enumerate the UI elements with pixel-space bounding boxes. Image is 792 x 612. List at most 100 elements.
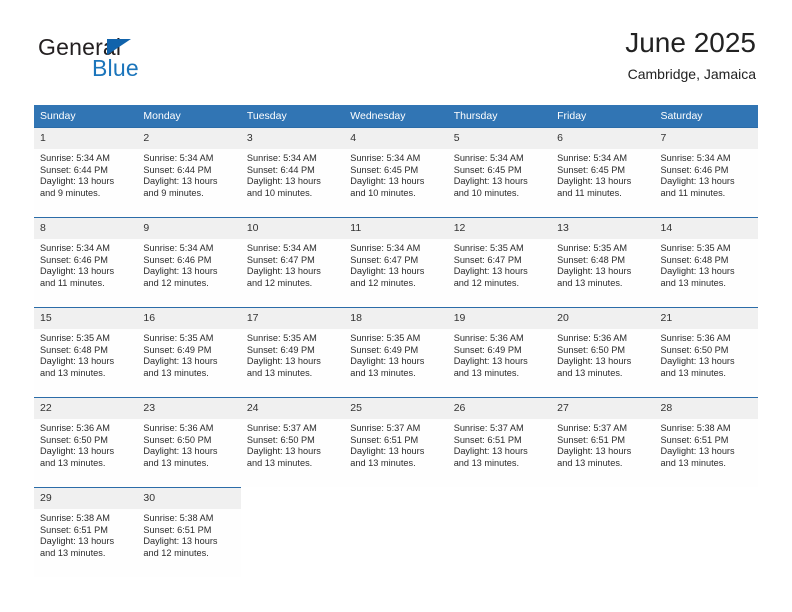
calendar-day-cell[interactable]: 21 Sunrise: 5:36 AM Sunset: 6:50 PM Dayligh… <box>654 307 758 397</box>
sunrise-text: Sunrise: 5:36 AM <box>453 333 524 343</box>
calendar-day-cell[interactable]: 14 Sunrise: 5:35 AM Sunset: 6:48 PM Dayligh… <box>654 217 758 307</box>
sunrise-text: Sunrise: 5:37 AM <box>557 423 628 433</box>
calendar-day-cell[interactable]: 16 Sunrise: 5:35 AM Sunset: 6:49 PM Dayligh… <box>137 307 241 397</box>
calendar-day-cell[interactable]: 25 Sunrise: 5:37 AM Sunset: 6:51 PM Dayligh… <box>344 397 448 487</box>
sunset-text: Sunset: 6:51 PM <box>557 434 626 445</box>
daylight-text-line1: Daylight: 13 hours <box>453 266 528 277</box>
calendar-cell: 9 Sunrise: 5:34 AM Sunset: 6:46 PM Daylight… <box>137 217 241 307</box>
calendar-day-cell[interactable]: 3 Sunrise: 5:34 AM Sunset: 6:44 PM Daylight… <box>240 127 345 217</box>
calendar-day-cell[interactable]: 7 Sunrise: 5:34 AM Sunset: 6:46 PM Daylight… <box>654 127 758 217</box>
day-details: Sunrise: 5:37 AM Sunset: 6:50 PM Daylight:… <box>241 419 344 469</box>
calendar-cell: 15 Sunrise: 5:35 AM Sunset: 6:48 PM Dayligh… <box>34 307 138 397</box>
day-number: 16 <box>137 308 241 329</box>
day-number: 29 <box>34 488 138 509</box>
daylight-text-line2: and 10 minutes. <box>453 187 520 198</box>
calendar-cell: 16 Sunrise: 5:35 AM Sunset: 6:49 PM Dayligh… <box>137 307 241 397</box>
daylight-text-line2: and 12 minutes. <box>143 277 209 288</box>
calendar-day-cell[interactable]: 6 Sunrise: 5:34 AM Sunset: 6:45 PM Daylight… <box>551 127 655 217</box>
day-number: 30 <box>137 488 241 509</box>
calendar-day-cell[interactable]: 19 Sunrise: 5:36 AM Sunset: 6:49 PM Dayligh… <box>447 307 552 397</box>
calendar-cell: 30 Sunrise: 5:38 AM Sunset: 6:51 PM Dayligh… <box>137 487 241 577</box>
calendar-cell: 21 Sunrise: 5:36 AM Sunset: 6:50 PM Dayligh… <box>654 307 758 397</box>
calendar-day-cell[interactable]: 13 Sunrise: 5:35 AM Sunset: 6:48 PM Dayligh… <box>551 217 655 307</box>
sunset-text: Sunset: 6:44 PM <box>246 164 315 175</box>
sunset-text: Sunset: 6:49 PM <box>143 344 212 355</box>
daylight-text-line1: Daylight: 13 hours <box>143 266 218 277</box>
sunset-text: Sunset: 6:46 PM <box>143 254 212 265</box>
sunset-text: Sunset: 6:46 PM <box>660 164 729 175</box>
page-title: June 2025 <box>625 27 756 58</box>
sunset-text: Sunset: 6:45 PM <box>350 164 419 175</box>
sunrise-text: Sunrise: 5:34 AM <box>143 153 214 163</box>
daylight-text-line1: Daylight: 13 hours <box>143 356 218 367</box>
daylight-text-line1: Daylight: 13 hours <box>557 356 632 367</box>
calendar-day-cell[interactable]: 11 Sunrise: 5:34 AM Sunset: 6:47 PM Dayligh… <box>344 217 448 307</box>
calendar-day-cell[interactable]: 30 Sunrise: 5:38 AM Sunset: 6:51 PM Dayligh… <box>137 487 241 577</box>
calendar-day-cell[interactable]: 18 Sunrise: 5:35 AM Sunset: 6:49 PM Dayligh… <box>344 307 448 397</box>
calendar-day-cell[interactable]: 29 Sunrise: 5:38 AM Sunset: 6:51 PM Dayligh… <box>34 487 138 577</box>
daylight-text-line1: Daylight: 13 hours <box>350 446 425 457</box>
calendar-day-cell[interactable]: 12 Sunrise: 5:35 AM Sunset: 6:47 PM Dayligh… <box>447 217 552 307</box>
calendar-day-cell[interactable]: 10 Sunrise: 5:34 AM Sunset: 6:47 PM Dayligh… <box>240 217 345 307</box>
day-details: Sunrise: 5:35 AM Sunset: 6:49 PM Daylight:… <box>241 329 344 379</box>
daylight-text-line1: Daylight: 13 hours <box>40 356 115 367</box>
weekday-header-saturday: Saturday <box>654 105 758 127</box>
calendar-cell: 17 Sunrise: 5:35 AM Sunset: 6:49 PM Dayligh… <box>240 307 345 397</box>
calendar-page: General Blue June 2025 Cambridge, Jamaic… <box>0 0 792 612</box>
sunset-text: Sunset: 6:51 PM <box>40 524 108 535</box>
sunset-text: Sunset: 6:49 PM <box>453 344 522 355</box>
calendar-day-cell[interactable]: 4 Sunrise: 5:34 AM Sunset: 6:45 PM Daylight… <box>344 127 448 217</box>
day-details <box>344 508 447 512</box>
calendar-cell: 27 Sunrise: 5:37 AM Sunset: 6:51 PM Dayligh… <box>551 397 655 487</box>
calendar-day-cell[interactable]: 15 Sunrise: 5:35 AM Sunset: 6:48 PM Dayligh… <box>34 307 138 397</box>
calendar-cell: 18 Sunrise: 5:35 AM Sunset: 6:49 PM Dayligh… <box>344 307 448 397</box>
calendar-day-cell[interactable]: 27 Sunrise: 5:37 AM Sunset: 6:51 PM Dayligh… <box>551 397 655 487</box>
sunset-text: Sunset: 6:51 PM <box>453 434 522 445</box>
calendar-day-cell[interactable]: 5 Sunrise: 5:34 AM Sunset: 6:45 PM Daylight… <box>447 127 552 217</box>
calendar-day-cell[interactable]: 8 Sunrise: 5:34 AM Sunset: 6:46 PM Daylight… <box>34 217 138 307</box>
calendar-cell: 23 Sunrise: 5:36 AM Sunset: 6:50 PM Dayligh… <box>137 397 241 487</box>
calendar-day-cell-empty <box>654 487 758 577</box>
calendar-day-cell[interactable]: 9 Sunrise: 5:34 AM Sunset: 6:46 PM Daylight… <box>137 217 241 307</box>
day-number: 18 <box>344 308 448 329</box>
sunrise-text: Sunrise: 5:35 AM <box>557 243 628 253</box>
calendar-day-cell[interactable]: 1 Sunrise: 5:34 AM Sunset: 6:44 PM Daylight… <box>34 127 138 217</box>
calendar-day-cell[interactable]: 26 Sunrise: 5:37 AM Sunset: 6:51 PM Dayligh… <box>447 397 552 487</box>
calendar-day-cell-empty <box>551 487 655 577</box>
daylight-text-line2: and 13 minutes. <box>143 457 209 468</box>
day-details: Sunrise: 5:34 AM Sunset: 6:47 PM Daylight:… <box>241 239 344 289</box>
daylight-text-line1: Daylight: 13 hours <box>40 446 115 457</box>
calendar-day-cell[interactable]: 17 Sunrise: 5:35 AM Sunset: 6:49 PM Dayligh… <box>240 307 345 397</box>
daylight-text-line2: and 13 minutes. <box>143 367 209 378</box>
sunset-text: Sunset: 6:51 PM <box>143 524 212 535</box>
daylight-text-line2: and 13 minutes. <box>453 457 520 468</box>
calendar-cell <box>447 487 552 577</box>
day-details: Sunrise: 5:36 AM Sunset: 6:50 PM Daylight:… <box>137 419 240 469</box>
calendar-day-cell-empty <box>344 487 448 577</box>
sunrise-text: Sunrise: 5:35 AM <box>143 333 214 343</box>
day-details: Sunrise: 5:34 AM Sunset: 6:45 PM Daylight:… <box>344 149 447 199</box>
calendar-table: Sunday Monday Tuesday Wednesday Thursday… <box>34 105 758 577</box>
calendar-day-cell[interactable]: 28 Sunrise: 5:38 AM Sunset: 6:51 PM Dayligh… <box>654 397 758 487</box>
sunset-text: Sunset: 6:44 PM <box>143 164 212 175</box>
daylight-text-line2: and 13 minutes. <box>40 457 106 468</box>
calendar-day-cell[interactable]: 23 Sunrise: 5:36 AM Sunset: 6:50 PM Dayligh… <box>137 397 241 487</box>
calendar-day-cell[interactable]: 20 Sunrise: 5:36 AM Sunset: 6:50 PM Dayligh… <box>551 307 655 397</box>
day-details <box>551 508 654 512</box>
daylight-text-line1: Daylight: 13 hours <box>143 176 218 187</box>
sunset-text: Sunset: 6:48 PM <box>660 254 729 265</box>
calendar-day-cell[interactable]: 2 Sunrise: 5:34 AM Sunset: 6:44 PM Daylight… <box>137 127 241 217</box>
weekday-header-sunday: Sunday <box>34 105 138 127</box>
calendar-day-cell[interactable]: 24 Sunrise: 5:37 AM Sunset: 6:50 PM Dayligh… <box>240 397 345 487</box>
daylight-text-line1: Daylight: 13 hours <box>453 356 528 367</box>
day-number: 11 <box>344 218 448 239</box>
calendar-cell: 29 Sunrise: 5:38 AM Sunset: 6:51 PM Dayligh… <box>34 487 138 577</box>
daylight-text-line2: and 13 minutes. <box>660 277 726 288</box>
day-details: Sunrise: 5:37 AM Sunset: 6:51 PM Daylight:… <box>344 419 447 469</box>
calendar-day-cell[interactable]: 22 Sunrise: 5:36 AM Sunset: 6:50 PM Dayligh… <box>34 397 138 487</box>
daylight-text-line1: Daylight: 13 hours <box>660 356 735 367</box>
day-details <box>241 508 344 512</box>
calendar-body: 1 Sunrise: 5:34 AM Sunset: 6:44 PM Daylight… <box>34 127 758 577</box>
calendar-cell: 11 Sunrise: 5:34 AM Sunset: 6:47 PM Dayligh… <box>344 217 448 307</box>
day-details: Sunrise: 5:35 AM Sunset: 6:47 PM Daylight:… <box>448 239 551 289</box>
